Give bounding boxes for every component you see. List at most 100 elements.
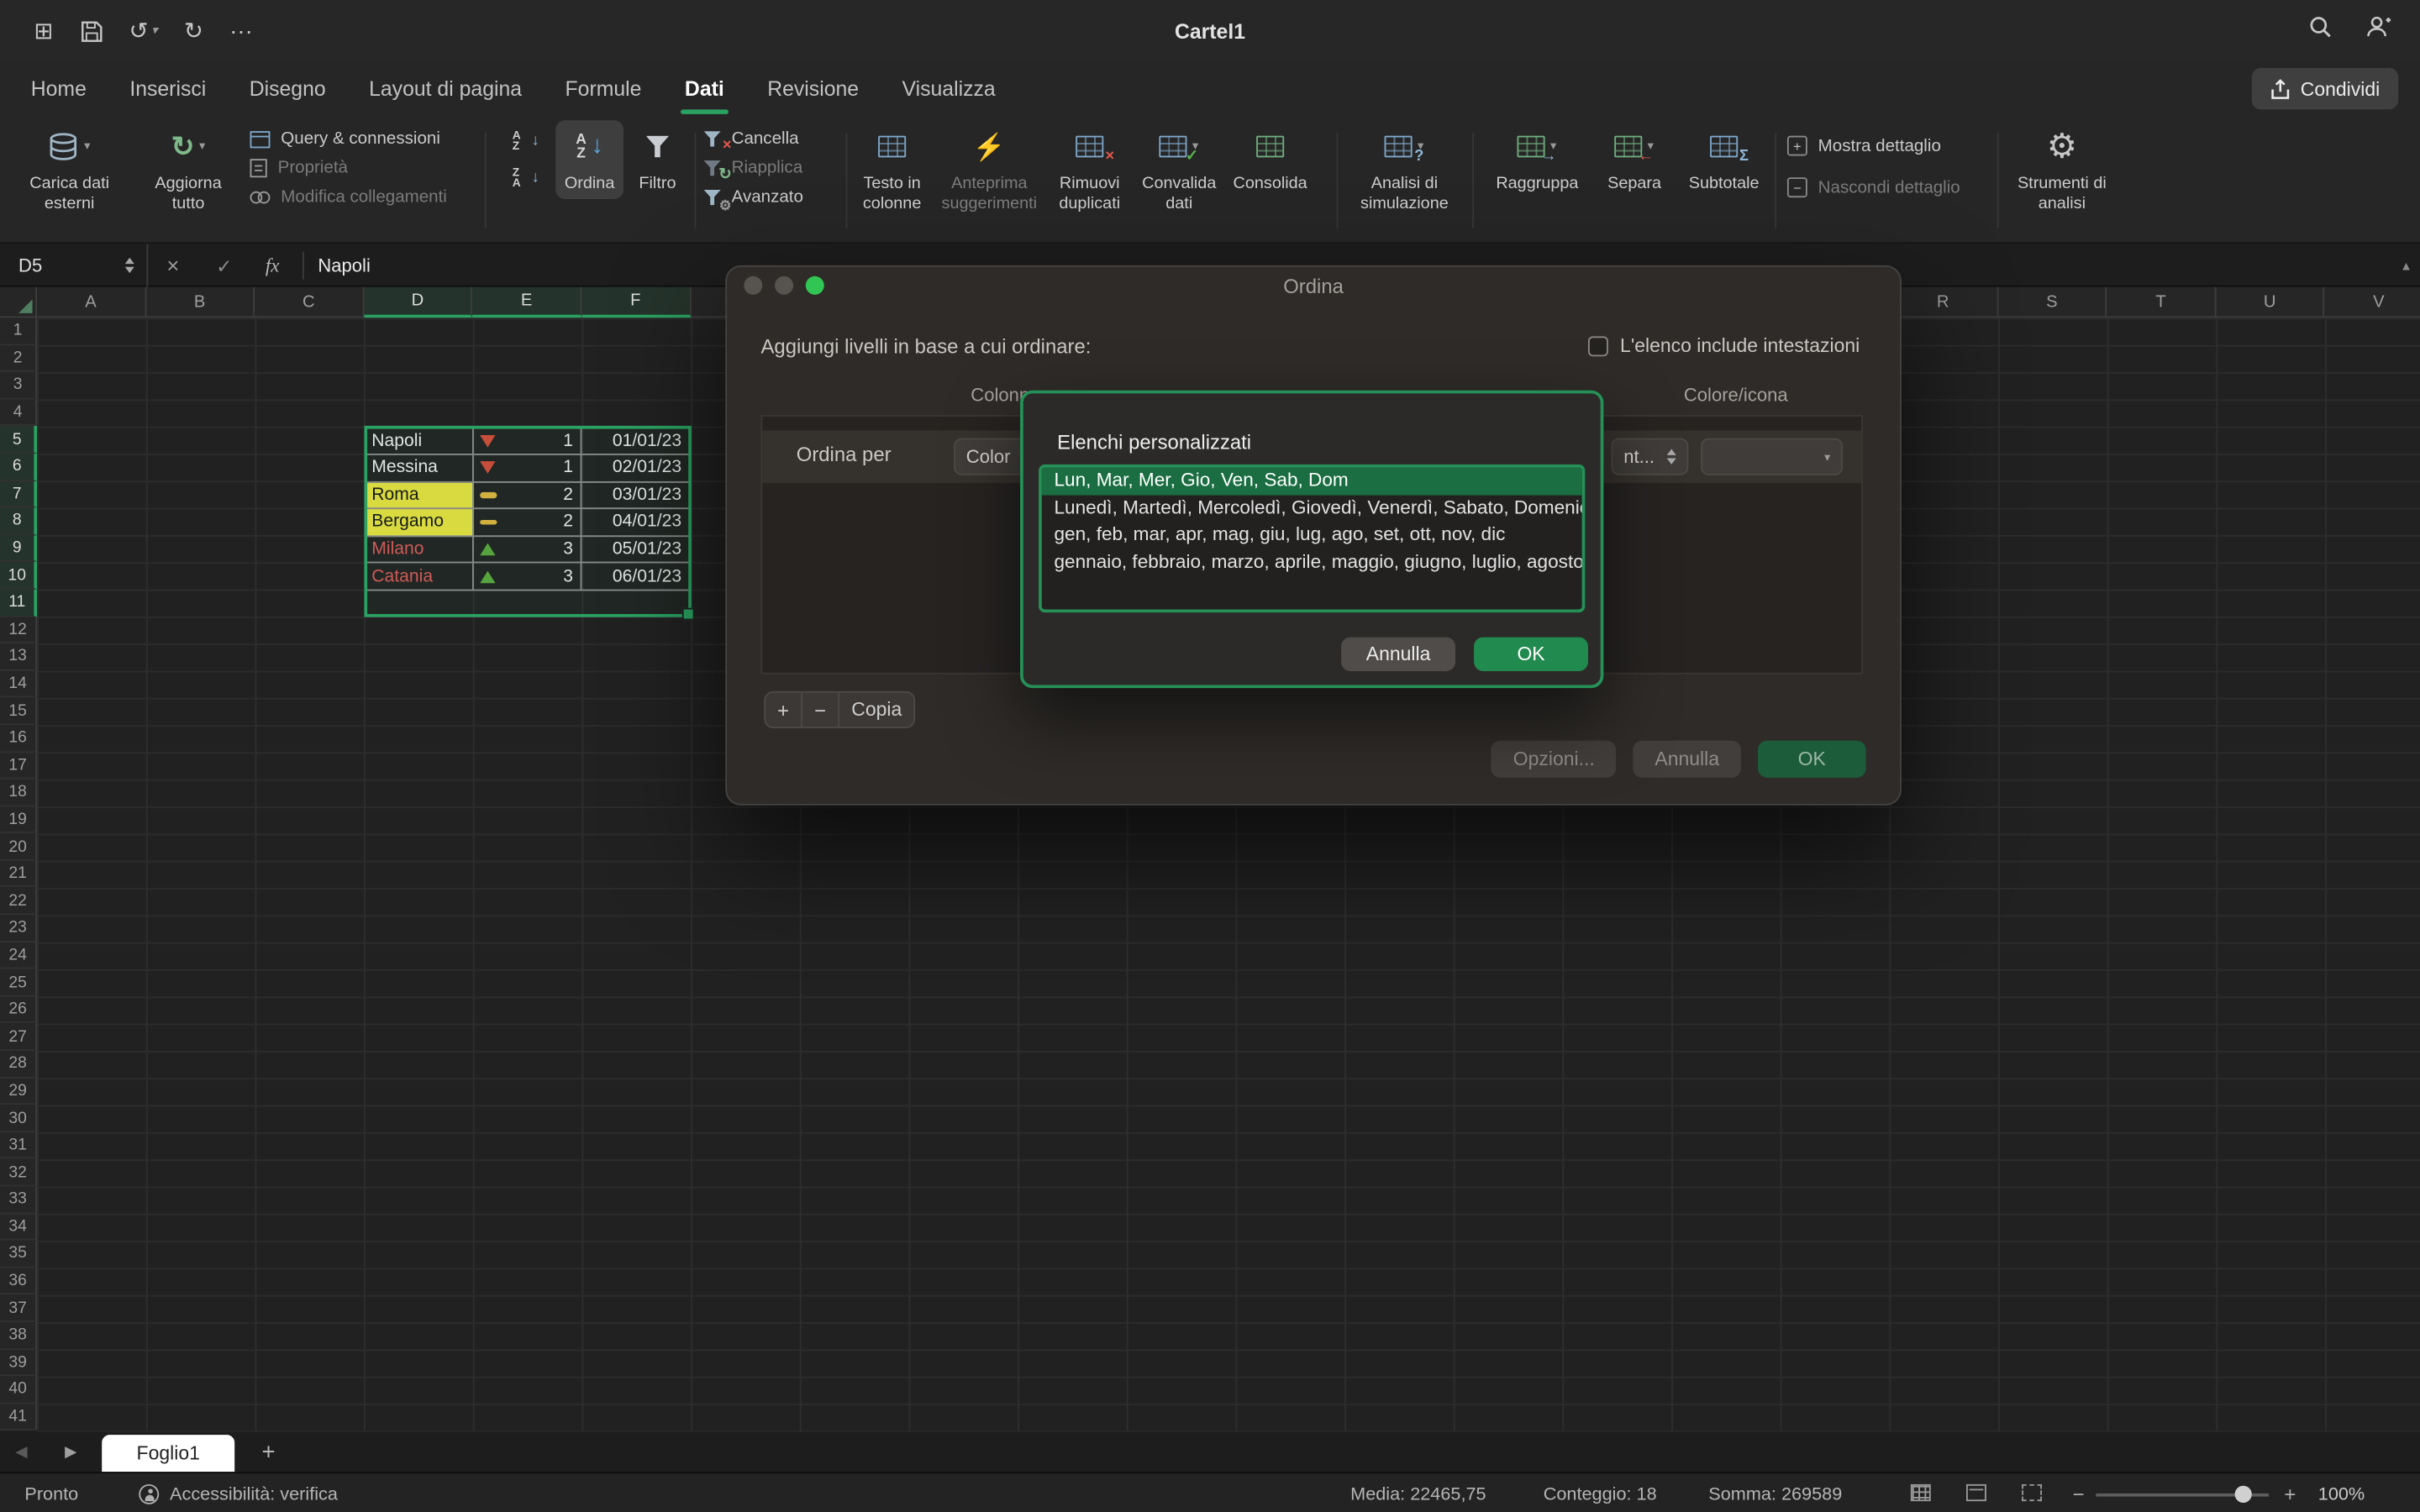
sort-az-button[interactable]: AZ ↓ (513, 129, 539, 151)
row-header[interactable]: 30 (0, 1105, 37, 1132)
row-header[interactable]: 11 (0, 590, 37, 617)
custom-list-item[interactable]: gen, feb, mar, apr, mag, giu, lug, ago, … (1042, 522, 1582, 549)
column-header[interactable]: A (37, 287, 146, 318)
column-header[interactable]: T (2107, 287, 2217, 318)
row-header[interactable]: 13 (0, 643, 37, 670)
row-header[interactable]: 14 (0, 670, 37, 697)
select-all-corner[interactable] (0, 287, 37, 318)
ungroup-button[interactable]: ← ▾ Separa (1593, 125, 1676, 194)
ribbon-tab[interactable]: Dati (663, 61, 745, 117)
add-level-button[interactable]: + (765, 693, 802, 727)
get-external-data-button[interactable]: ▾ Carica dati esterni (24, 125, 114, 214)
table-row[interactable]: Catania 3 06/01/23 (366, 564, 691, 591)
advanced-filter-button[interactable]: ⚙ Avanzato (704, 188, 803, 207)
table-row[interactable]: Messina 1 02/01/23 (366, 455, 691, 482)
column-header[interactable]: B (146, 287, 255, 318)
city-cell[interactable]: Napoli (366, 428, 474, 454)
row-header[interactable]: 33 (0, 1186, 37, 1213)
normal-view-icon[interactable] (1911, 1484, 1931, 1501)
row-header[interactable]: 5 (0, 427, 37, 454)
copy-level-button[interactable]: Copia (839, 693, 913, 727)
name-box-stepper-icon[interactable] (125, 258, 134, 273)
sort-button[interactable]: AZ ↓ Ordina (555, 120, 623, 198)
ribbon-tab[interactable]: Revisione (745, 61, 880, 117)
minimize-window-icon[interactable] (775, 276, 793, 295)
row-header[interactable]: 39 (0, 1349, 37, 1376)
order-dropdown[interactable]: nt... (1612, 438, 1689, 475)
name-box[interactable]: D5 (0, 244, 148, 286)
row-header[interactable]: 24 (0, 942, 37, 969)
row-header[interactable]: 1 (0, 318, 37, 344)
ribbon-tab[interactable]: Home (9, 61, 108, 117)
value-cell[interactable]: 3 (474, 537, 582, 564)
row-header[interactable]: 36 (0, 1268, 37, 1294)
page-layout-view-icon[interactable] (1966, 1484, 1986, 1501)
row-header[interactable]: 20 (0, 833, 37, 860)
accessibility-status[interactable]: Accessibilità: verifica (139, 1473, 338, 1512)
row-header[interactable]: 21 (0, 861, 37, 888)
search-icon[interactable] (2309, 15, 2333, 46)
show-detail-button[interactable]: + Mostra dettaglio (1787, 136, 1960, 156)
table-row[interactable]: Milano 3 05/01/23 (366, 537, 691, 564)
value-cell[interactable]: 1 (474, 428, 582, 454)
row-header[interactable]: 17 (0, 752, 37, 779)
dialog-ok-button[interactable]: OK (1758, 741, 1866, 778)
row-header[interactable]: 25 (0, 969, 37, 996)
row-header[interactable]: 38 (0, 1322, 37, 1349)
row-header[interactable]: 8 (0, 508, 37, 535)
column-header[interactable]: V (2325, 287, 2420, 318)
row-header[interactable]: 15 (0, 698, 37, 725)
date-cell[interactable]: 05/01/23 (582, 537, 691, 564)
color-icon-dropdown[interactable]: ▾ (1701, 438, 1843, 475)
row-header[interactable]: 18 (0, 780, 37, 806)
row-header[interactable]: 7 (0, 480, 37, 507)
row-header[interactable]: 6 (0, 454, 37, 480)
add-sheet-button[interactable]: + (253, 1431, 284, 1472)
city-cell[interactable]: Roma (366, 482, 474, 509)
date-cell[interactable]: 01/01/23 (582, 428, 691, 454)
column-header[interactable]: D (364, 287, 473, 318)
group-button[interactable]: → ▾ Raggruppa (1491, 125, 1583, 194)
city-cell[interactable]: Catania (366, 564, 474, 591)
city-cell[interactable]: Messina (366, 455, 474, 482)
ribbon-tab[interactable]: Layout di pagina (347, 61, 543, 117)
ribbon-tab[interactable]: Disegno (228, 61, 347, 117)
analysis-tools-button[interactable]: ⚙ Strumenti di analisi (2012, 125, 2112, 214)
popup-cancel-button[interactable]: Annulla (1341, 638, 1455, 671)
column-header[interactable]: S (1998, 287, 2107, 318)
custom-list-item[interactable]: Lunedì, Martedì, Mercoledì, Giovedì, Ven… (1042, 495, 1582, 522)
clear-filter-button[interactable]: × Cancella (704, 129, 803, 148)
next-sheet-icon[interactable]: ▶ (65, 1431, 76, 1472)
row-header[interactable]: 35 (0, 1241, 37, 1268)
city-cell[interactable]: Bergamo (366, 509, 474, 536)
row-header[interactable]: 37 (0, 1295, 37, 1322)
row-header[interactable]: 41 (0, 1404, 37, 1431)
custom-list-item[interactable]: Lun, Mar, Mer, Gio, Ven, Sab, Dom (1042, 468, 1582, 495)
value-cell[interactable]: 3 (474, 564, 582, 591)
value-cell[interactable]: 1 (474, 455, 582, 482)
column-header[interactable]: R (1889, 287, 1998, 318)
row-header[interactable]: 40 (0, 1377, 37, 1404)
ribbon-tab[interactable]: Visualizza (881, 61, 1018, 117)
zoom-level[interactable]: 100% (2318, 1473, 2365, 1512)
table-row[interactable]: Bergamo 2 04/01/23 (366, 509, 691, 536)
row-header[interactable]: 31 (0, 1132, 37, 1159)
date-cell[interactable]: 06/01/23 (582, 564, 691, 591)
confirm-entry-icon[interactable]: ✓ (216, 244, 232, 286)
headers-checkbox[interactable] (1587, 335, 1607, 355)
refresh-all-button[interactable]: ↻ ▾ Aggiorna tutto (142, 125, 234, 214)
column-header[interactable]: E (473, 287, 582, 318)
row-header[interactable]: 23 (0, 915, 37, 942)
ribbon-tab[interactable]: Inserisci (108, 61, 228, 117)
row-header[interactable]: 9 (0, 535, 37, 562)
row-header[interactable]: 3 (0, 372, 37, 399)
table-row[interactable]: Napoli 1 01/01/23 (366, 428, 691, 454)
subtotal-button[interactable]: Σ Subtotale (1682, 125, 1765, 194)
sheet-tab-foglio1[interactable]: Foglio1 (102, 1435, 234, 1472)
row-header[interactable]: 29 (0, 1078, 37, 1105)
zoom-slider-thumb[interactable] (2235, 1486, 2252, 1503)
row-header[interactable]: 34 (0, 1214, 37, 1241)
queries-connections-button[interactable]: Query & connessioni (250, 129, 447, 148)
dialog-cancel-button[interactable]: Annulla (1634, 741, 1741, 778)
zoom-out-icon[interactable]: − (2073, 1473, 2085, 1512)
